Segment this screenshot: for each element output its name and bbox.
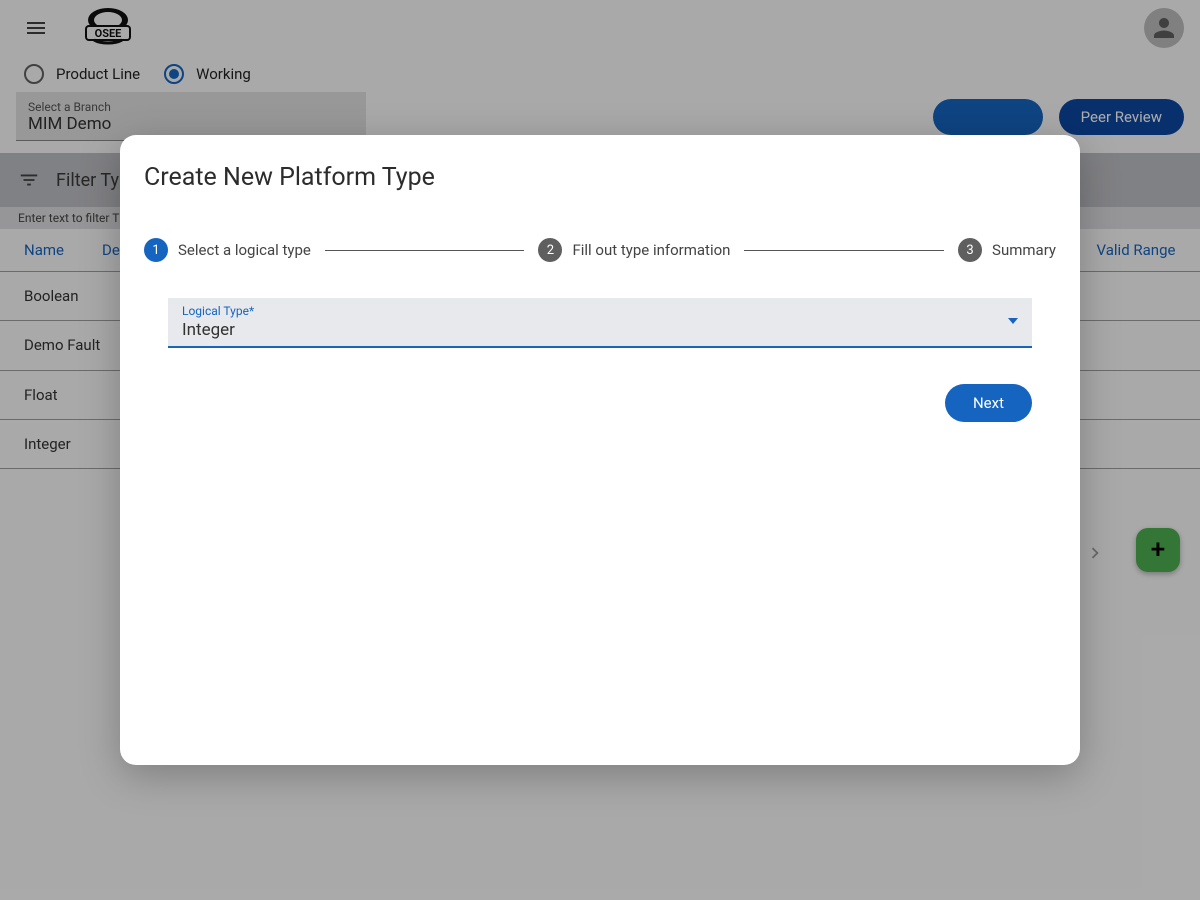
logical-type-value: Integer [182,318,1018,340]
step-1[interactable]: 1 Select a logical type [144,238,311,262]
step-connector [325,250,525,251]
step-1-label: Select a logical type [178,241,311,259]
dialog-title: Create New Platform Type [144,163,1056,192]
stepper: 1 Select a logical type 2 Fill out type … [144,238,1056,298]
step-2[interactable]: 2 Fill out type information [538,238,730,262]
dropdown-caret-icon [1008,318,1018,324]
logical-type-label: Logical Type* [182,304,1018,318]
next-button[interactable]: Next [945,384,1032,422]
logical-type-select[interactable]: Logical Type* Integer [168,298,1032,348]
step-3[interactable]: 3 Summary [958,238,1056,262]
step-2-label: Fill out type information [572,241,730,259]
step-3-label: Summary [992,241,1056,259]
create-platform-type-dialog: Create New Platform Type 1 Select a logi… [120,135,1080,765]
step-connector [744,250,944,251]
